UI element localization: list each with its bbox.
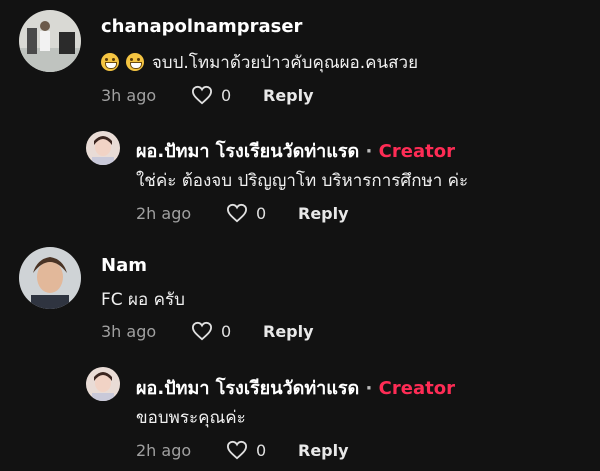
heart-outline-icon: [226, 440, 248, 460]
reply-item: ผอ.ปัทมา โรงเรียนวัดท่าแรด · Creator ขอบ…: [0, 355, 600, 471]
like-count: 0: [256, 440, 267, 460]
comment-meta: 3h ago 0 Reply: [101, 84, 314, 106]
heart-outline-icon: [226, 203, 248, 223]
comment-author[interactable]: Nam: [101, 255, 147, 276]
author-name: ผอ.ปัทมา โรงเรียนวัดท่าแรด: [136, 378, 360, 399]
avatar[interactable]: [19, 10, 81, 72]
comment-time: 3h ago: [101, 85, 157, 105]
comment-text: จบป.โทมาด้วยป่าวคับคุณผอ.คนสวย: [101, 49, 418, 76]
heart-outline-icon: [191, 321, 213, 341]
heart-outline-icon: [191, 85, 213, 105]
comment-time: 2h ago: [136, 440, 192, 460]
comment-time: 2h ago: [136, 203, 192, 223]
comment-text: ขอบพระคุณค่ะ: [136, 408, 246, 428]
separator-dot: ·: [365, 378, 373, 399]
comment-meta: 2h ago 0 Reply: [136, 202, 349, 224]
comment-author[interactable]: chanapolnampraser: [101, 16, 302, 37]
like-count: 0: [256, 203, 267, 223]
comment-author[interactable]: ผอ.ปัทมา โรงเรียนวัดท่าแรด · Creator: [136, 136, 455, 165]
author-name: ผอ.ปัทมา โรงเรียนวัดท่าแรด: [136, 141, 360, 162]
reply-button[interactable]: Reply: [263, 322, 314, 341]
comment-item: Nam FC ผอ ครับ 3h ago 0 Reply: [0, 235, 600, 355]
comment-meta: 2h ago 0 Reply: [136, 439, 349, 461]
avatar[interactable]: [86, 131, 120, 165]
avatar[interactable]: [86, 367, 120, 401]
comment-meta: 3h ago 0 Reply: [101, 320, 314, 342]
comment-text: ใช่ค่ะ ต้องจบ ปริญญาโท บริหารการศึกษา ค่…: [136, 171, 469, 191]
comment-item: chanapolnampraser จบป.โทมาด้วยป่าวคับคุณ…: [0, 0, 600, 120]
like-button[interactable]: 0: [191, 321, 263, 341]
reply-item: ผอ.ปัทมา โรงเรียนวัดท่าแรด · Creator ใช่…: [0, 120, 600, 235]
comment-author[interactable]: ผอ.ปัทมา โรงเรียนวัดท่าแรด · Creator: [136, 373, 455, 402]
reply-button[interactable]: Reply: [263, 86, 314, 105]
like-count: 0: [221, 85, 232, 105]
grinning-face-icon: [101, 53, 119, 71]
comment-time: 3h ago: [101, 321, 157, 341]
creator-badge: Creator: [378, 378, 455, 399]
like-button[interactable]: 0: [226, 203, 298, 223]
comment-text-body: จบป.โทมาด้วยป่าวคับคุณผอ.คนสวย: [151, 53, 419, 73]
grinning-face-icon: [126, 53, 145, 71]
like-count: 0: [221, 321, 232, 341]
reply-button[interactable]: Reply: [298, 441, 349, 460]
creator-badge: Creator: [378, 141, 455, 162]
comment-text: FC ผอ ครับ: [101, 290, 185, 310]
like-button[interactable]: 0: [191, 85, 263, 105]
reply-button[interactable]: Reply: [298, 204, 349, 223]
like-button[interactable]: 0: [226, 440, 298, 460]
separator-dot: ·: [365, 141, 373, 162]
avatar[interactable]: [19, 247, 81, 309]
